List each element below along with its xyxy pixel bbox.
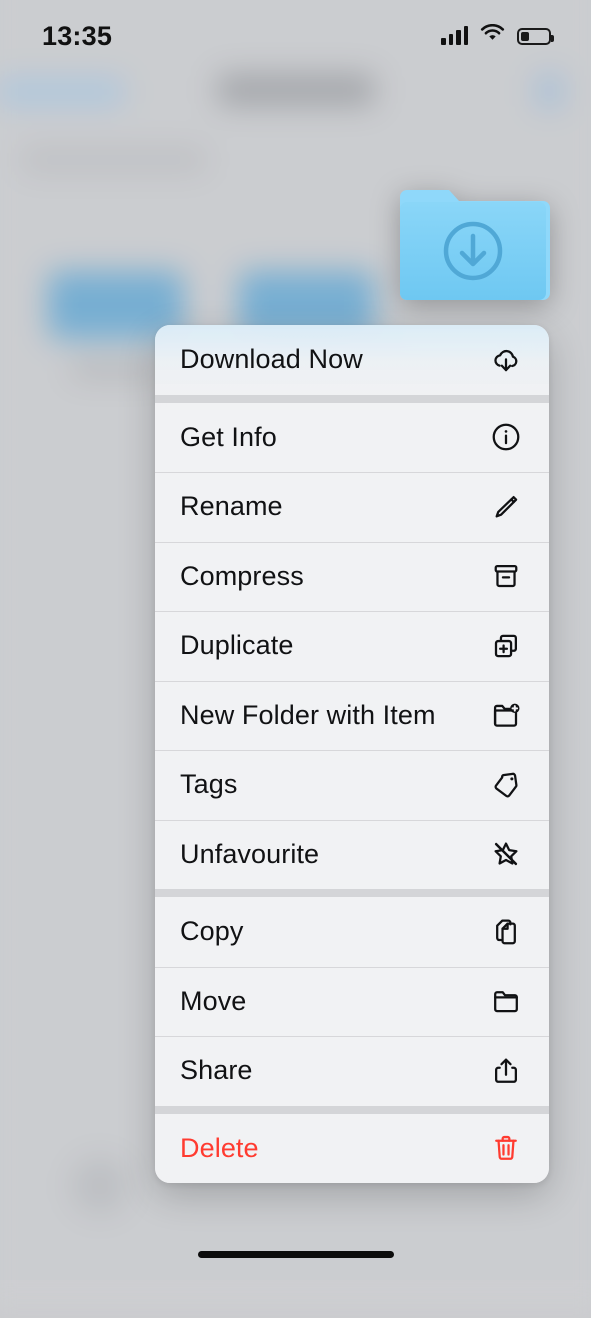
menu-group-separator [155,394,549,403]
menu-item-tags[interactable]: Tags [155,750,549,820]
cellular-bars-icon [441,26,468,45]
menu-item-copy[interactable]: Copy [155,897,549,967]
info-circle-icon [488,419,524,455]
menu-group-separator [155,1105,549,1114]
menu-item-label: Unfavourite [180,838,320,869]
menu-item-label: Delete [180,1132,259,1163]
menu-item-delete[interactable]: Delete [155,1113,549,1183]
menu-item-label: Share [180,1055,253,1086]
menu-item-label: Rename [180,491,283,522]
status-bar: 13:35 [0,0,591,72]
star-slash-icon [488,836,524,872]
menu-item-get-info[interactable]: Get Info [155,402,549,472]
menu-group: Copy Move Share [155,897,549,1106]
menu-group: Get Info Rename Compress Duplicate New Folde… [155,402,549,889]
battery-low-icon [517,27,554,45]
menu-item-unfavourite[interactable]: Unfavourite [155,819,549,889]
archive-box-icon [488,558,524,594]
menu-item-label: Get Info [180,421,277,452]
menu-item-label: Move [180,985,247,1016]
menu-item-label: Copy [180,916,244,947]
status-bar-clock: 13:35 [42,20,113,51]
menu-item-label: New Folder with Item [180,699,436,730]
status-bar-icons [441,23,554,48]
menu-item-download-now[interactable]: Download Now [155,325,549,395]
menu-group-separator [155,889,549,897]
copy-documents-icon [488,914,524,950]
menu-item-label: Duplicate [180,630,294,661]
menu-item-new-folder-with-item[interactable]: New Folder with Item [155,680,549,750]
trash-icon [488,1130,524,1166]
menu-item-label: Tags [180,769,238,800]
menu-item-share[interactable]: Share [155,1036,549,1106]
wifi-icon [480,23,505,48]
menu-item-label: Download Now [180,344,363,375]
menu-item-move[interactable]: Move [155,966,549,1036]
share-up-arrow-icon [488,1053,524,1089]
cloud-download-icon [488,342,524,378]
menu-group: Download Now [155,325,549,395]
menu-group: Delete [155,1113,549,1183]
pencil-icon [488,489,524,525]
folder-icon [488,983,524,1019]
menu-item-compress[interactable]: Compress [155,541,549,611]
folder-preview[interactable] [396,183,550,307]
menu-item-duplicate[interactable]: Duplicate [155,611,549,681]
menu-item-rename[interactable]: Rename [155,472,549,542]
duplicate-plus-icon [488,628,524,664]
home-indicator [197,1251,394,1258]
menu-item-label: Compress [180,560,304,591]
context-menu[interactable]: Download Now Get Info Rename Compress Duplic… [155,325,549,1183]
tag-icon [488,767,524,803]
folder-plus-icon [488,697,524,733]
